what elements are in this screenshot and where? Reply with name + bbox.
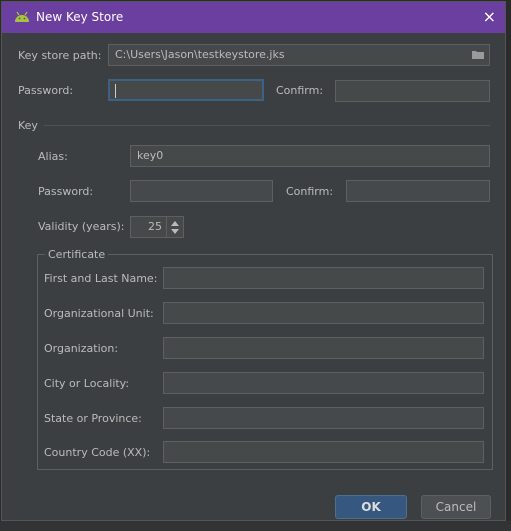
key-password-field[interactable] <box>130 180 273 202</box>
city-locality-label: City or Locality: <box>44 377 130 390</box>
key-section-label: Key <box>18 119 38 132</box>
close-icon[interactable]: × <box>483 7 496 26</box>
first-last-name-label: First and Last Name: <box>44 272 158 285</box>
validity-spinner-field[interactable]: 25 <box>130 216 167 238</box>
organizational-unit-label: Organizational Unit: <box>44 307 154 320</box>
organization-label: Organization: <box>44 342 119 355</box>
alias-value: key0 <box>137 149 164 162</box>
keystore-confirm-label: Confirm: <box>276 84 324 97</box>
state-province-label: State or Province: <box>44 412 142 425</box>
validity-label: Validity (years): <box>38 220 125 233</box>
city-locality-field[interactable] <box>163 372 484 394</box>
cancel-button[interactable]: Cancel <box>421 495 491 519</box>
increment-arrow-icon[interactable] <box>171 221 179 226</box>
alias-label: Alias: <box>38 150 68 163</box>
key-confirm-field[interactable] <box>346 180 490 202</box>
ide-background-bottom <box>0 521 511 531</box>
state-province-field[interactable] <box>163 407 484 429</box>
title-bar[interactable]: New Key Store × <box>2 2 505 33</box>
alias-field[interactable]: key0 <box>130 145 490 167</box>
country-code-label: Country Code (XX): <box>44 446 151 459</box>
organization-field[interactable] <box>163 337 484 359</box>
first-last-name-field[interactable] <box>163 267 484 289</box>
dialog-title: New Key Store <box>36 10 124 24</box>
key-store-path-field[interactable]: C:\Users\Jason\testkeystore.jks <box>108 44 490 66</box>
keystore-password-field[interactable] <box>108 79 264 101</box>
validity-value: 25 <box>148 220 162 233</box>
decrement-arrow-icon[interactable] <box>171 229 179 234</box>
certificate-group-label: Certificate <box>45 248 109 261</box>
text-caret <box>115 84 116 98</box>
key-store-path-value: C:\Users\Jason\testkeystore.jks <box>115 48 285 61</box>
keystore-confirm-field[interactable] <box>335 80 490 102</box>
organizational-unit-field[interactable] <box>163 302 484 324</box>
new-key-store-dialog: New Key Store × Key store path: C:\Users… <box>1 1 506 521</box>
ide-background-right <box>506 0 511 531</box>
folder-icon[interactable] <box>472 50 484 59</box>
country-code-field[interactable] <box>163 441 484 463</box>
keystore-password-label: Password: <box>18 84 74 97</box>
key-confirm-label: Confirm: <box>286 185 334 198</box>
key-password-label: Password: <box>38 185 94 198</box>
validity-stepper[interactable] <box>166 216 184 238</box>
android-icon <box>15 11 29 22</box>
key-section-divider <box>44 125 490 126</box>
key-store-path-label: Key store path: <box>18 49 102 62</box>
ok-button[interactable]: OK <box>335 495 407 519</box>
